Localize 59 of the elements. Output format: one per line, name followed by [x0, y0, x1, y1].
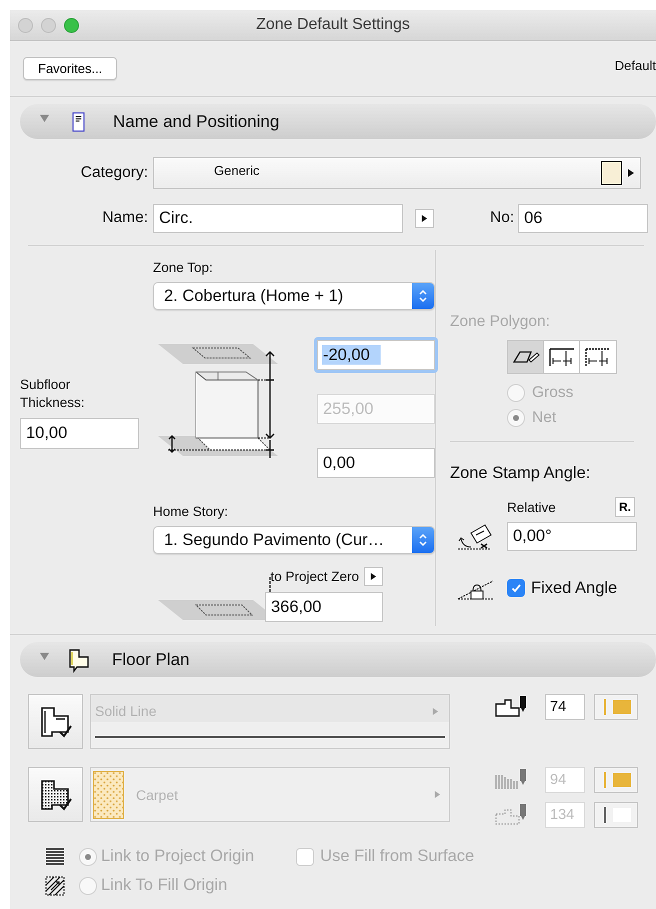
triangle-icon — [370, 572, 377, 581]
subfloor-field[interactable]: 10,00 — [20, 418, 139, 450]
angle-field[interactable]: 0,00° — [507, 522, 637, 550]
field-label: Relative — [507, 500, 556, 514]
section-title: Name and Positioning — [113, 112, 280, 132]
section-header[interactable]: Name and Positioning — [20, 104, 656, 139]
stepper-icon — [418, 532, 428, 548]
pen-number-field[interactable]: 74 — [545, 694, 585, 720]
triangle-icon — [421, 214, 428, 222]
triangle-icon — [432, 706, 439, 716]
pen-color-button[interactable] — [594, 694, 638, 720]
stepper-icon — [418, 288, 428, 304]
arrow-button[interactable] — [415, 208, 434, 228]
field-label: Subfloor Thickness: — [20, 376, 86, 412]
section-subtitle: Zone Stamp Angle: — [450, 464, 590, 483]
window-title: Zone Default Settings — [256, 16, 410, 34]
number-field[interactable]: 06 — [518, 204, 648, 232]
triangle-icon — [434, 790, 441, 799]
fill-settings-button[interactable] — [28, 767, 83, 822]
offset-field[interactable]: 0,00 — [317, 448, 435, 478]
document-icon — [72, 112, 85, 132]
field-label: to Project Zero — [270, 569, 359, 584]
field-label: Home Story: — [153, 504, 230, 519]
field-label: Category: — [80, 164, 149, 182]
disclosure-triangle-icon[interactable] — [39, 651, 50, 662]
name-field[interactable]: Circ. — [153, 204, 403, 232]
triangle-icon — [627, 168, 635, 178]
pen-color-button[interactable] — [594, 767, 638, 793]
field-label: No: — [490, 209, 514, 227]
home-story-dropdown[interactable]: 1. Segundo Pavimento (Cur… — [153, 526, 435, 554]
preset-label: Default — [614, 58, 656, 73]
line-settings-button[interactable] — [28, 694, 83, 749]
fill-pattern-swatch — [93, 770, 124, 818]
zone-polygon-label: Zone Polygon: — [450, 313, 550, 331]
zone-top-dropdown[interactable]: 2. Cobertura (Home + 1) — [153, 282, 435, 310]
section-title: Floor Plan — [112, 650, 190, 670]
checkbox[interactable] — [507, 579, 525, 597]
radio-label: Link to Project Origin — [101, 847, 254, 866]
project-zero-field[interactable]: 366,00 — [265, 592, 383, 622]
checkbox-label: Use Fill from Surface — [320, 847, 474, 866]
radio-label: Gross — [532, 384, 574, 402]
radio-label: Net — [532, 409, 556, 427]
lines-pattern-icon — [45, 846, 65, 866]
field-label: Name: — [101, 209, 149, 227]
field-label: Zone Top: — [153, 260, 214, 275]
favorites-button[interactable]: Favorites... — [23, 57, 118, 80]
hatch-pattern-icon — [45, 876, 65, 896]
color-swatch — [601, 161, 622, 185]
radio-label: Link To Fill Origin — [101, 876, 228, 895]
pen-color-button[interactable] — [594, 802, 638, 828]
arrow-button[interactable] — [364, 567, 383, 586]
disclosure-triangle-icon[interactable] — [39, 113, 50, 124]
zoom-button[interactable] — [64, 18, 79, 33]
offset-field[interactable]: -20,00 — [317, 340, 435, 370]
relative-button[interactable]: R. — [615, 497, 635, 517]
category-dropdown[interactable]: Generic — [153, 157, 641, 189]
section-header[interactable]: Floor Plan — [20, 642, 656, 677]
checkbox-label: Fixed Angle — [531, 578, 618, 598]
checkmark-icon — [510, 582, 522, 594]
